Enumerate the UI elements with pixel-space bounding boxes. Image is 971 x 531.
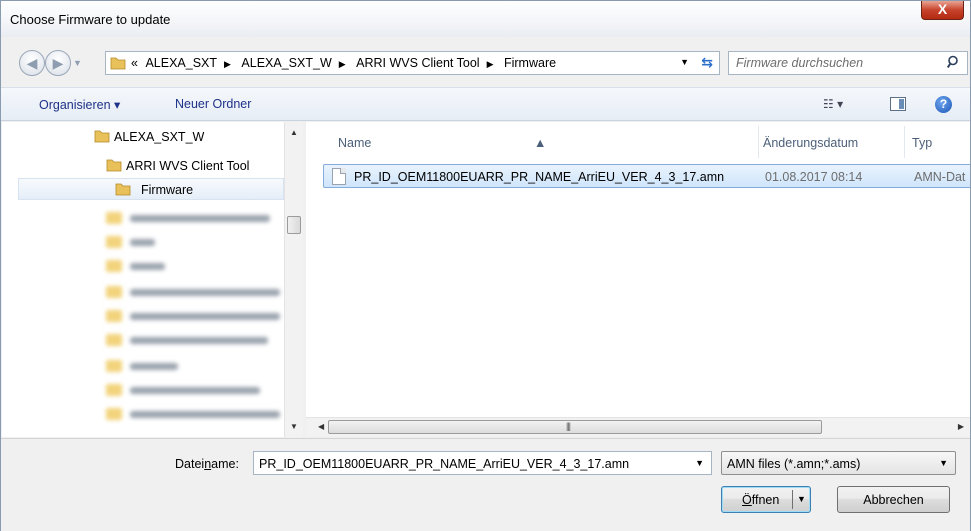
filename-input[interactable]: PR_ID_OEM11800EUARR_PR_NAME_ArriEU_VER_4… xyxy=(253,451,712,475)
tree-item-label: ARRI WVS Client Tool xyxy=(126,159,250,173)
scroll-left-icon[interactable]: ◀ xyxy=(318,422,324,431)
open-button[interactable]: Öffnen ▼ xyxy=(721,486,811,513)
dialog-footer: Dateiname: PR_ID_OEM11800EUARR_PR_NAME_A… xyxy=(1,438,970,531)
scroll-up-icon[interactable]: ▲ xyxy=(290,128,298,137)
breadcrumb-overflow[interactable]: « xyxy=(131,56,138,70)
address-dropdown-icon[interactable]: ▼ xyxy=(680,57,689,67)
redacted-tree-item[interactable] xyxy=(106,360,186,372)
file-open-dialog: Choose Firmware to update X ◀ ▶ ▼ « ALEX… xyxy=(0,0,971,531)
chevron-down-icon[interactable]: ▼ xyxy=(695,458,704,468)
column-header-name[interactable]: Name ▲ xyxy=(306,122,758,162)
close-button[interactable]: X xyxy=(921,1,964,20)
redacted-tree-item[interactable] xyxy=(106,408,284,420)
redacted-tree-item[interactable] xyxy=(106,236,166,248)
tree-item-label: Firmware xyxy=(141,183,194,197)
tree-item-label: ALEXA_SXT_W xyxy=(114,130,205,144)
breadcrumb-separator-icon[interactable]: ▶ xyxy=(339,59,346,70)
folder-icon xyxy=(110,57,126,70)
command-bar: Organisieren ▾ Neuer Ordner ☷ ▾ ? xyxy=(1,87,970,121)
tree-item[interactable]: ARRI WVS Client Tool xyxy=(102,155,280,177)
redacted-tree-item[interactable] xyxy=(106,334,276,346)
file-type-filter-value: AMN files (*.amn;*.ams) xyxy=(727,457,861,471)
breadcrumb-item[interactable]: ALEXA_SXT_W xyxy=(241,56,331,70)
open-button-label: Öffnen xyxy=(742,493,780,507)
breadcrumb-separator-icon[interactable]: ▶ xyxy=(487,59,494,70)
redacted-tree-item[interactable] xyxy=(106,310,284,322)
tree-item-selected[interactable]: Firmware xyxy=(18,178,284,200)
file-type-filter[interactable]: AMN files (*.amn;*.ams) ▼ xyxy=(721,451,956,475)
title-bar[interactable]: Choose Firmware to update X xyxy=(1,1,970,37)
file-list-horizontal-scrollbar[interactable]: ◀ ||| ▶ xyxy=(306,417,970,436)
scroll-grip-icon: ||| xyxy=(566,421,571,431)
filename-value: PR_ID_OEM11800EUARR_PR_NAME_ArriEU_VER_4… xyxy=(259,457,630,471)
column-header-type[interactable]: Typ xyxy=(905,122,970,162)
address-bar[interactable]: « ALEXA_SXT ▶ ALEXA_SXT_W ▶ ARRI WVS Clien… xyxy=(105,51,720,75)
redacted-tree-item[interactable] xyxy=(106,212,276,224)
breadcrumb-item[interactable]: Firmware xyxy=(504,56,556,70)
cancel-button[interactable]: Abbrechen xyxy=(837,486,950,513)
scroll-thumb[interactable] xyxy=(287,216,301,234)
file-icon xyxy=(332,168,346,185)
tree-item[interactable]: ALEXA_SXT_W xyxy=(90,126,280,148)
folder-icon xyxy=(94,130,110,143)
column-header-label: Änderungsdatum xyxy=(763,136,859,150)
cancel-button-label: Abbrechen xyxy=(863,493,924,507)
view-options-icon[interactable]: ☷ ▾ xyxy=(823,97,843,111)
search-placeholder: Firmware durchsuchen xyxy=(736,56,864,70)
folder-icon xyxy=(106,159,122,172)
file-row-selected[interactable]: PR_ID_OEM11800EUARR_PR_NAME_ArriEU_VER_4… xyxy=(323,164,970,188)
window-title: Choose Firmware to update xyxy=(10,12,171,27)
back-button[interactable]: ◀ xyxy=(19,50,45,76)
scroll-down-icon[interactable]: ▼ xyxy=(290,422,298,431)
preview-pane-icon[interactable] xyxy=(890,97,906,111)
column-header-date[interactable]: Änderungsdatum xyxy=(759,122,904,162)
filename-label: Dateiname: xyxy=(175,457,239,471)
navigation-tree[interactable]: ALEXA_SXT_W ARRI WVS Client Tool Firmwar… xyxy=(2,122,303,437)
breadcrumb: « ALEXA_SXT ▶ ALEXA_SXT_W ▶ ARRI WVS Clien… xyxy=(131,56,560,70)
refresh-icon[interactable]: ⇆ xyxy=(701,54,713,71)
column-header-label: Typ xyxy=(912,136,933,150)
file-name: PR_ID_OEM11800EUARR_PR_NAME_ArriEU_VER_4… xyxy=(354,170,725,184)
column-header-label: Name xyxy=(338,136,372,150)
redacted-tree-item[interactable] xyxy=(106,260,176,272)
search-icon[interactable] xyxy=(947,55,961,69)
address-row: ◀ ▶ ▼ « ALEXA_SXT ▶ ALEXA_SXT_W ▶ ARRI WVS… xyxy=(1,41,970,81)
tree-vertical-scrollbar[interactable]: ▲ ▼ xyxy=(284,122,303,437)
search-box[interactable]: Firmware durchsuchen xyxy=(728,51,968,75)
file-modified-date: 01.08.2017 08:14 xyxy=(765,170,863,184)
organize-menu[interactable]: Organisieren ▾ xyxy=(39,97,120,112)
help-icon[interactable]: ? xyxy=(935,96,952,113)
folder-icon xyxy=(115,183,131,196)
file-list[interactable]: Name ▲ Änderungsdatum Typ PR_ID_OEM11800… xyxy=(306,122,970,417)
breadcrumb-item[interactable]: ALEXA_SXT xyxy=(145,56,217,70)
chevron-down-icon[interactable]: ▼ xyxy=(939,458,948,468)
sort-ascending-icon: ▲ xyxy=(534,136,547,150)
split-divider xyxy=(792,490,793,509)
breadcrumb-item[interactable]: ARRI WVS Client Tool xyxy=(356,56,479,70)
forward-button[interactable]: ▶ xyxy=(45,50,71,76)
scroll-thumb[interactable]: ||| xyxy=(328,420,822,434)
file-type: AMN-Dat xyxy=(914,170,966,184)
redacted-tree-item[interactable] xyxy=(106,286,284,298)
scroll-right-icon[interactable]: ▶ xyxy=(958,422,964,431)
open-options-dropdown-icon[interactable]: ▼ xyxy=(797,494,806,504)
breadcrumb-separator-icon[interactable]: ▶ xyxy=(224,59,231,70)
new-folder-button[interactable]: Neuer Ordner xyxy=(175,97,251,111)
redacted-tree-item[interactable] xyxy=(106,384,266,396)
recent-locations-dropdown[interactable]: ▼ xyxy=(73,58,82,68)
